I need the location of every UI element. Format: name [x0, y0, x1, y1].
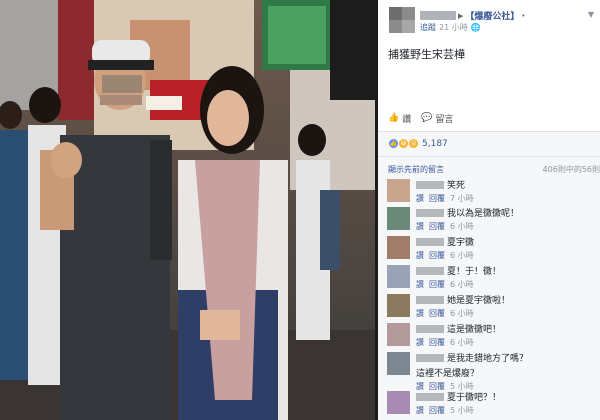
comment-time[interactable]: 5 小時 [450, 406, 474, 415]
comment-time[interactable]: 6 小時 [450, 280, 474, 289]
comment-time[interactable]: 6 小時 [450, 222, 474, 231]
avatar[interactable] [387, 179, 410, 202]
comment-count: 406則中的56則 [542, 165, 600, 174]
comment-reply-link[interactable]: 回覆 [429, 222, 445, 231]
comment-item: 她是夏宇黴啦！ 讚回覆 6 小時 [387, 293, 600, 319]
comment-item: 夏！于！黴！ 讚回覆 6 小時 [387, 264, 600, 290]
comment-meta: 讚回覆 6 小時 [416, 221, 519, 232]
comment-reply-link[interactable]: 回覆 [429, 280, 445, 289]
comment-reply-link[interactable]: 回覆 [429, 251, 445, 260]
comment-text: 夏！于！黴！ [447, 267, 502, 277]
shared-to-arrow-icon: ▶ [458, 11, 464, 20]
commenter-name-blurred[interactable] [416, 208, 444, 217]
author-name-blurred[interactable] [420, 11, 456, 20]
comment-meta: 讚回覆 5 小時 [416, 405, 501, 416]
commenter-name-blurred[interactable] [416, 392, 444, 401]
comment-meta: 讚回覆 7 小時 [416, 193, 479, 204]
avatar[interactable] [387, 391, 410, 414]
post-time[interactable]: 21 小時 [439, 22, 468, 33]
globe-icon: 🌐 [470, 23, 481, 32]
comment-reply-link[interactable]: 回覆 [429, 194, 445, 203]
thumbs-up-icon: 👍 [388, 113, 400, 123]
wow-reaction-icon: 😮 [408, 138, 419, 149]
comment-time[interactable]: 6 小時 [450, 338, 474, 347]
comment-body: 笑死讚回覆 7 小時 [416, 178, 479, 204]
like-button[interactable]: 👍 讚 [388, 112, 411, 125]
post-caption: 捕獲野生宋芸樺 [388, 48, 465, 61]
comment-body: 夏宇黴讚回覆 6 小時 [416, 235, 479, 261]
comment-like-link[interactable]: 讚 [416, 309, 424, 318]
comment-like-link[interactable]: 讚 [416, 222, 424, 231]
avatar[interactable] [387, 265, 410, 288]
comment-item: 夏宇黴讚回覆 6 小時 [387, 235, 600, 261]
comment-item: 是我走錯地方了嗎？ 這裡不是爆廢？讚回覆 5 小時 [387, 351, 600, 391]
comment-text: 我以為是黴黴呢！ [447, 209, 520, 219]
comment-like-link[interactable]: 讚 [416, 194, 424, 203]
comment-body: 夏！于！黴！ 讚回覆 6 小時 [416, 264, 501, 290]
comment-like-link[interactable]: 讚 [416, 406, 424, 415]
comment-body: 夏于黴吧？！ 讚回覆 5 小時 [416, 390, 501, 416]
comment-button[interactable]: 💬 留言 [421, 112, 453, 125]
comment-body: 這是黴黴吧！ 讚回覆 6 小時 [416, 322, 501, 348]
comment-text: 夏于黴吧？！ [447, 393, 502, 403]
avatar[interactable] [387, 207, 410, 230]
comment-reply-link[interactable]: 回覆 [429, 406, 445, 415]
verified-dot-icon: • [521, 11, 526, 20]
avatar[interactable] [387, 294, 410, 317]
comment-reply-link[interactable]: 回覆 [429, 309, 445, 318]
view-previous-comments-link[interactable]: 顯示先前的留言 [388, 164, 444, 175]
post-header: ▶ 【爆廢公社】 • 追蹤 21 小時 🌐 ▼ [378, 0, 600, 40]
comment-like-link[interactable]: 讚 [416, 338, 424, 347]
commenter-name-blurred[interactable] [416, 353, 444, 362]
post-side-panel: ▶ 【爆廢公社】 • 追蹤 21 小時 🌐 ▼ 捕獲野生宋芸樺 👍 讚 💬 留言… [378, 0, 600, 420]
comment-body: 我以為是黴黴呢！ 讚回覆 6 小時 [416, 206, 519, 232]
avatar[interactable] [387, 352, 410, 375]
follow-link[interactable]: 追蹤 [420, 22, 436, 33]
like-label: 讚 [402, 114, 412, 125]
comment-body: 是我走錯地方了嗎？ 這裡不是爆廢？讚回覆 5 小時 [416, 351, 528, 392]
comment-text: 笑死 [447, 181, 466, 191]
comment-meta: 讚回覆 6 小時 [416, 250, 479, 261]
photo-image [0, 0, 375, 420]
commenter-name-blurred[interactable] [416, 237, 444, 246]
comment-item: 夏于黴吧？！ 讚回覆 5 小時 [387, 390, 600, 416]
comment-meta: 讚回覆 6 小時 [416, 279, 501, 290]
comment-time[interactable]: 7 小時 [450, 194, 474, 203]
comment-reply-link[interactable]: 回覆 [429, 338, 445, 347]
comment-meta: 讚回覆 6 小時 [416, 308, 510, 319]
comment-item: 笑死讚回覆 7 小時 [387, 178, 600, 204]
comment-text-line2: 這裡不是爆廢？ [416, 369, 480, 379]
reactions-summary[interactable]: 👍 😆 😮 5,187 [388, 138, 448, 149]
comment-time[interactable]: 6 小時 [450, 309, 474, 318]
comment-item: 我以為是黴黴呢！ 讚回覆 6 小時 [387, 206, 600, 232]
comment-body: 她是夏宇黴啦！ 讚回覆 6 小時 [416, 293, 510, 319]
post-options-chevron-icon[interactable]: ▼ [588, 10, 594, 19]
post-photo[interactable] [0, 0, 375, 420]
avatar[interactable] [389, 7, 415, 33]
commenter-name-blurred[interactable] [416, 266, 444, 275]
comment-time[interactable]: 6 小時 [450, 251, 474, 260]
speech-bubble-icon: 💬 [421, 113, 433, 123]
comment-text: 這是黴黴吧！ [447, 325, 502, 335]
comments-section: 👍 😆 😮 5,187 顯示先前的留言 406則中的56則 笑死讚回覆 7 小時我… [378, 132, 600, 420]
comment-label: 留言 [435, 114, 454, 125]
comment-like-link[interactable]: 讚 [416, 280, 424, 289]
avatar[interactable] [387, 323, 410, 346]
comment-text: 她是夏宇黴啦！ [447, 296, 511, 306]
reaction-count[interactable]: 5,187 [422, 139, 448, 149]
comment-text: 夏宇黴 [447, 238, 475, 248]
comment-text: 是我走錯地方了嗎？ [447, 354, 529, 364]
divider [378, 156, 600, 157]
comment-meta: 讚回覆 6 小時 [416, 337, 501, 348]
page-name[interactable]: 【爆廢公社】 [465, 9, 519, 22]
comment-like-link[interactable]: 讚 [416, 251, 424, 260]
commenter-name-blurred[interactable] [416, 295, 444, 304]
post-actions: 👍 讚 💬 留言 [378, 110, 600, 126]
author-line: ▶ 【爆廢公社】 • [420, 9, 526, 22]
post-meta: 追蹤 21 小時 🌐 [420, 22, 481, 33]
avatar[interactable] [387, 236, 410, 259]
comment-item: 這是黴黴吧！ 讚回覆 6 小時 [387, 322, 600, 348]
commenter-name-blurred[interactable] [416, 324, 444, 333]
commenter-name-blurred[interactable] [416, 180, 444, 189]
